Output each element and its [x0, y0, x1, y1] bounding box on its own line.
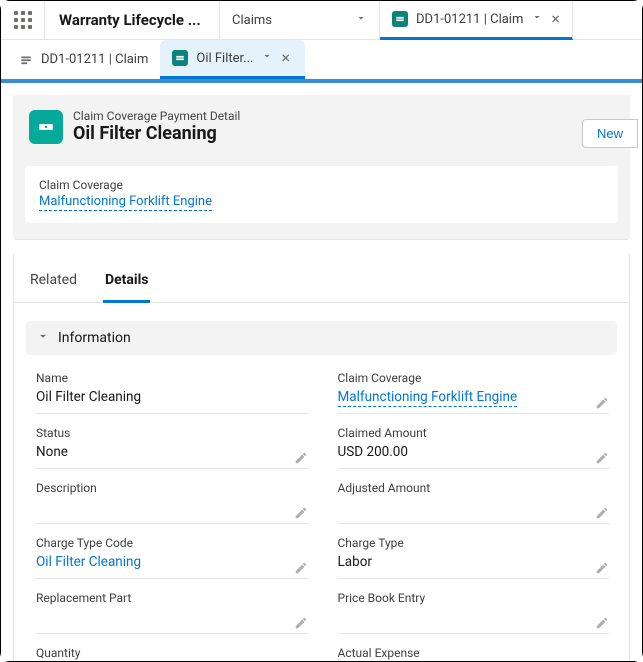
- record-type-icon: [29, 110, 63, 144]
- nav-tab-label: DD1-01211 | Claim: [416, 12, 523, 27]
- close-icon[interactable]: ×: [281, 50, 290, 66]
- field-charge-type: Charge Type Labor: [338, 530, 610, 585]
- field-label: Claim Coverage: [39, 178, 604, 192]
- nav-tab-claim-record[interactable]: DD1-01211 | Claim ×: [380, 1, 573, 40]
- record-icon: [392, 11, 408, 27]
- section-information: Information Name Oil Filter Cleaning Cla…: [26, 321, 617, 661]
- field-label: Replacement Part: [36, 591, 308, 605]
- chevron-down-icon[interactable]: [261, 50, 273, 66]
- edit-icon[interactable]: [595, 616, 609, 630]
- nav-tab-claims[interactable]: Claims: [220, 1, 380, 39]
- close-icon[interactable]: ×: [551, 11, 560, 27]
- field-status: Status None: [36, 420, 308, 475]
- edit-icon[interactable]: [294, 561, 308, 575]
- fields-grid: Name Oil Filter Cleaning Claim Coverage …: [26, 355, 617, 661]
- field-label: Quantity: [36, 646, 308, 660]
- record-icon: [172, 50, 188, 66]
- field-label: Adjusted Amount: [338, 481, 610, 495]
- field-value: USD 200.00: [338, 444, 610, 469]
- claim-coverage-link[interactable]: Malfunctioning Forklift Engine: [39, 194, 212, 211]
- subtab-oil-filter[interactable]: Oil Filter... ×: [160, 40, 305, 79]
- record-body-tabs: Related Details: [14, 262, 629, 303]
- header-highlight-panel: Claim Coverage Malfunctioning Forklift E…: [25, 166, 618, 223]
- field-label: Claimed Amount: [338, 426, 610, 440]
- nav-tab-label: Claims: [232, 13, 347, 28]
- edit-icon[interactable]: [595, 561, 609, 575]
- field-label: Actual Expense: [338, 646, 610, 660]
- tab-related[interactable]: Related: [28, 262, 79, 302]
- subtab-label: DD1-01211 | Claim: [41, 52, 148, 67]
- field-value: None: [36, 444, 308, 469]
- field-label: Claim Coverage: [338, 371, 610, 385]
- section-title: Information: [58, 330, 131, 346]
- tab-details[interactable]: Details: [103, 262, 151, 303]
- edit-icon[interactable]: [595, 396, 609, 410]
- field-value: [36, 499, 308, 524]
- field-adjusted-amount: Adjusted Amount: [338, 475, 610, 530]
- edit-icon[interactable]: [595, 451, 609, 465]
- new-button[interactable]: New: [582, 119, 638, 148]
- subtab-claim[interactable]: DD1-01211 | Claim: [7, 40, 160, 79]
- edit-icon[interactable]: [294, 506, 308, 520]
- record-header: Claim Coverage Payment Detail Oil Filter…: [13, 95, 630, 240]
- field-value: Labor: [338, 554, 610, 579]
- app-launcher-button[interactable]: [1, 1, 45, 39]
- edit-icon[interactable]: [294, 451, 308, 465]
- field-claim-coverage: Claim Coverage Malfunctioning Forklift E…: [338, 365, 610, 420]
- field-value[interactable]: Malfunctioning Forklift Engine: [338, 389, 610, 414]
- edit-icon[interactable]: [595, 506, 609, 520]
- field-quantity: Quantity 1: [36, 640, 308, 661]
- field-label: Charge Type Code: [36, 536, 308, 550]
- field-label: Description: [36, 481, 308, 495]
- field-label: Status: [36, 426, 308, 440]
- field-name: Name Oil Filter Cleaning: [36, 365, 308, 420]
- record-icon: [19, 53, 33, 67]
- field-replacement-part: Replacement Part: [36, 585, 308, 640]
- app-name: Warranty Lifecycle ...: [45, 1, 220, 39]
- field-value: Oil Filter Cleaning: [36, 389, 308, 414]
- field-charge-type-code: Charge Type Code Oil Filter Cleaning: [36, 530, 308, 585]
- field-claimed-amount: Claimed Amount USD 200.00: [338, 420, 610, 475]
- section-header[interactable]: Information: [26, 321, 617, 355]
- page-content: Claim Coverage Payment Detail Oil Filter…: [1, 95, 642, 661]
- field-description: Description: [36, 475, 308, 530]
- global-nav: Warranty Lifecycle ... Claims DD1-01211 …: [1, 1, 642, 40]
- workspace-canvas: Claim Coverage Payment Detail Oil Filter…: [1, 79, 642, 661]
- chevron-down-icon[interactable]: [531, 11, 543, 27]
- record-title: Oil Filter Cleaning: [73, 123, 240, 144]
- field-value: [36, 609, 308, 634]
- record-body: Related Details Information Name Oil Fil…: [13, 252, 630, 661]
- field-label: Price Book Entry: [338, 591, 610, 605]
- record-header-object-label: Claim Coverage Payment Detail: [73, 109, 240, 123]
- field-value: [338, 609, 610, 634]
- field-label: Charge Type: [338, 536, 610, 550]
- chevron-down-icon: [36, 329, 50, 347]
- field-value[interactable]: Oil Filter Cleaning: [36, 554, 308, 579]
- field-label: Name: [36, 371, 308, 385]
- field-value: [338, 499, 610, 524]
- app-launcher-icon: [14, 11, 32, 29]
- workspace-subtabs: DD1-01211 | Claim Oil Filter... ×: [1, 40, 642, 79]
- subtab-label: Oil Filter...: [196, 51, 253, 66]
- edit-icon[interactable]: [294, 616, 308, 630]
- chevron-down-icon[interactable]: [355, 12, 367, 28]
- field-price-book-entry: Price Book Entry: [338, 585, 610, 640]
- field-actual-expense: Actual Expense: [338, 640, 610, 661]
